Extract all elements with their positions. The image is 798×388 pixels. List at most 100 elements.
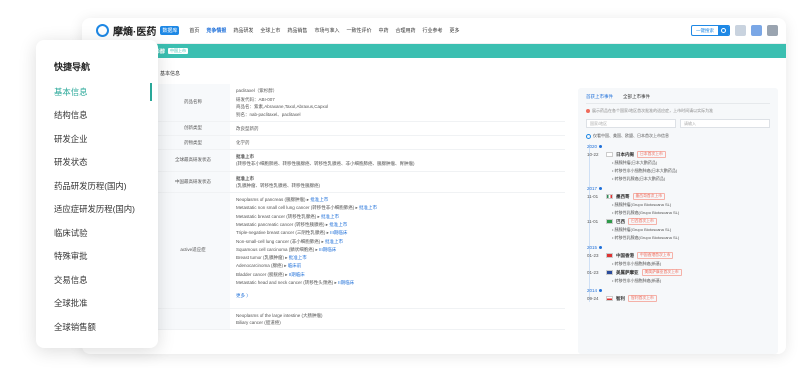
- info-key: 中国最高研发状态: [156, 171, 230, 193]
- timeline-event[interactable]: 10-22 日本内阁 日本首次上市: [587, 151, 770, 158]
- timeline-event[interactable]: 01-23 美属萨摩亚 美属萨摩亚首次上市: [587, 269, 770, 276]
- nav-item[interactable]: 行业参考: [423, 27, 443, 34]
- timeline-event[interactable]: 09-24 智利 智利首次上市: [587, 295, 770, 302]
- nav-item[interactable]: 药品研发: [233, 27, 253, 34]
- message-icon[interactable]: [751, 25, 762, 36]
- indication-name: Metastatic non small cell lung cancer (转…: [236, 205, 355, 211]
- indication-status-link[interactable]: II期临床: [338, 280, 354, 285]
- info-key: [156, 308, 230, 329]
- user-avatar-icon[interactable]: [767, 25, 778, 36]
- vip-icon[interactable]: [735, 25, 746, 36]
- logo-icon: [96, 24, 109, 37]
- sidebar-item[interactable]: 研发状态: [36, 151, 158, 175]
- country-filter-select[interactable]: 国家/地区: [586, 119, 676, 128]
- info-value: 批准上市 (转移性非小细胞肺癌、转移性胰腺癌、转移性乳腺癌、非小细胞肺癌、胰腺肿瘤…: [230, 150, 565, 170]
- indication-status-link[interactable]: 批准上市: [359, 205, 377, 210]
- major-markets-radio[interactable]: 仅看中国、美国、欧盟、日本首次上市信息: [586, 133, 770, 139]
- indication-name: Neoplasms of pancreas (胰腺肿瘤): [236, 197, 306, 203]
- event-country: 巴西: [616, 218, 625, 224]
- quick-search-button[interactable]: 一键搜索: [691, 25, 730, 36]
- info-line: 别名：nab-paclitaxel、paclitaxel: [236, 111, 301, 117]
- nav-item[interactable]: 市场与准入: [314, 27, 339, 34]
- indication-name: Bladder cancer (膀胱癌): [236, 271, 285, 277]
- info-line: 研发代码：ABI-007: [236, 97, 275, 103]
- nav-item[interactable]: 全球上市: [260, 27, 280, 34]
- nav-item[interactable]: 首页: [189, 27, 199, 34]
- sidebar-items: 基本信息 结构信息 研发企业 研发状态 药品研发历程(国内) 适应症研发历程(国内) 临床试…: [36, 80, 158, 339]
- info-line: (乳腺肿瘤、转移性乳腺癌、转移性胰腺癌): [236, 182, 320, 188]
- info-value: 改良型新药: [230, 122, 565, 135]
- event-tag: 中国香港首次上市: [637, 252, 674, 259]
- sidebar-item[interactable]: 药品研发历程(国内): [36, 174, 158, 198]
- info-line: 商品名：紫素,Abraxane,Taxol,Abraxus,Capxol: [236, 104, 329, 110]
- br-flag-icon: [606, 219, 613, 224]
- nav-item[interactable]: 更多: [450, 27, 460, 34]
- indication-status-link[interactable]: 批准上市: [321, 214, 339, 219]
- info-status: 批准上市: [236, 175, 254, 181]
- indication-status-link[interactable]: II期临床: [289, 272, 305, 277]
- nav-item[interactable]: 竞争情报: [206, 27, 226, 34]
- timeline-year: 2017: [587, 186, 770, 191]
- event-indication: • 转移性乳腺癌(Grupo Biotoscana SL): [612, 235, 680, 240]
- sidebar-item[interactable]: 基本信息: [36, 80, 158, 104]
- timeline-event[interactable]: 11-01 墨西哥 墨西哥首次上市: [587, 193, 770, 200]
- indication-name: Non-small-cell lung cancer (非小细胞肺癌): [236, 238, 321, 244]
- timeline-event[interactable]: 01-23 中国香港 中国香港首次上市: [587, 252, 770, 259]
- timeline-dot-icon: [599, 187, 603, 190]
- indication-item: Metastatic non small cell lung cancer (转…: [236, 205, 378, 211]
- timeline-dot-icon: [599, 289, 603, 292]
- nav-item[interactable]: 药品销售: [287, 27, 307, 34]
- panel-tab[interactable]: 首获上市事件: [586, 94, 613, 100]
- panel-note: 展示药品在各个国家/地区首次批准的适应症，上市时间请以实际为准: [586, 108, 770, 114]
- sidebar-item[interactable]: 交易信息: [36, 268, 158, 292]
- indication-name: Metastatic head and neck cancer (转移性头颈癌): [236, 280, 334, 285]
- panel-tabs: 首获上市事件 全部上市事件: [586, 94, 770, 104]
- info-row: 全球最高研发状态 批准上市 (转移性非小细胞肺癌、转移性胰腺癌、转移性乳腺癌、非小细…: [156, 150, 565, 172]
- nav-item[interactable]: 一致性评价: [346, 27, 371, 34]
- nav-item[interactable]: 中药: [378, 27, 388, 34]
- event-indication: • 转移性乳腺癌(日本大鹏药品): [612, 176, 666, 181]
- sidebar-item[interactable]: 临床试验: [36, 221, 158, 245]
- indication-status-link[interactable]: III期临床: [319, 247, 336, 252]
- event-country: 墨西哥: [616, 193, 630, 199]
- indication-item: Neoplasms of the large intestine (大肠肿瘤): [236, 312, 323, 318]
- search-icon: [718, 26, 729, 35]
- logo-text: 摩熵·医药: [113, 27, 157, 38]
- indication-status-link[interactable]: 批准上市: [325, 239, 343, 244]
- timeline-year: 2020: [587, 144, 770, 149]
- indication-status-link[interactable]: III期临床: [330, 230, 347, 235]
- panel-search-input[interactable]: 请输入: [680, 119, 770, 128]
- event-indication: • 转移性乳腺癌(Grupo Biotoscana SL): [612, 210, 680, 215]
- us-flag-icon: [606, 270, 613, 275]
- info-key: 全球最高研发状态: [156, 150, 230, 171]
- logo[interactable]: 摩熵·医药 数据库: [96, 23, 180, 38]
- indication-status-link[interactable]: 临床前: [288, 263, 302, 268]
- event-indication: • 胰腺肿瘤(Grupo Biotoscana SL): [612, 227, 672, 232]
- event-date: 01-23: [587, 270, 599, 275]
- timeline-year: 2015: [587, 245, 770, 250]
- info-key: 创新类型: [156, 121, 230, 136]
- sidebar-item[interactable]: 特殊审批: [36, 245, 158, 269]
- indication-status-link[interactable]: 批准上市: [289, 255, 307, 260]
- indication-status-link[interactable]: 批准上市: [329, 222, 347, 227]
- indication-name: Triple-negative breast cancer (三阴性乳腺癌): [236, 230, 326, 236]
- event-country: 美属萨摩亚: [616, 269, 639, 275]
- timeline-dot-icon: [599, 246, 603, 249]
- nav-item[interactable]: 合理用药: [395, 27, 415, 34]
- event-date: 11-01: [587, 194, 599, 199]
- indication-status-link[interactable]: 批准上市: [310, 197, 328, 202]
- sidebar-item[interactable]: 研发企业: [36, 127, 158, 151]
- info-value: 批准上市 (乳腺肿瘤、转移性乳腺癌、转移性胰腺癌): [230, 172, 565, 192]
- sidebar-item[interactable]: 全球销售额: [36, 315, 158, 339]
- info-value: Neoplasms of the large intestine (大肠肿瘤) B…: [230, 309, 565, 329]
- more-link[interactable]: 更多 〉: [236, 292, 559, 300]
- sidebar-item[interactable]: 全球批准: [36, 292, 158, 316]
- panel-tab[interactable]: 全部上市事件: [623, 94, 650, 100]
- info-key: 药品名称: [156, 84, 230, 121]
- launch-timeline: 2020 10-22 日本内阁 日本首次上市 • 胰腺肿瘤(日本大鹏药品) • 转移性非小…: [587, 144, 770, 302]
- event-date: 01-23: [587, 253, 599, 258]
- logo-badge: 数据库: [160, 26, 180, 35]
- sidebar-item[interactable]: 结构信息: [36, 104, 158, 128]
- sidebar-item[interactable]: 适应症研发历程(国内): [36, 198, 158, 222]
- timeline-event[interactable]: 11-01 巴西 巴西首次上市: [587, 218, 770, 225]
